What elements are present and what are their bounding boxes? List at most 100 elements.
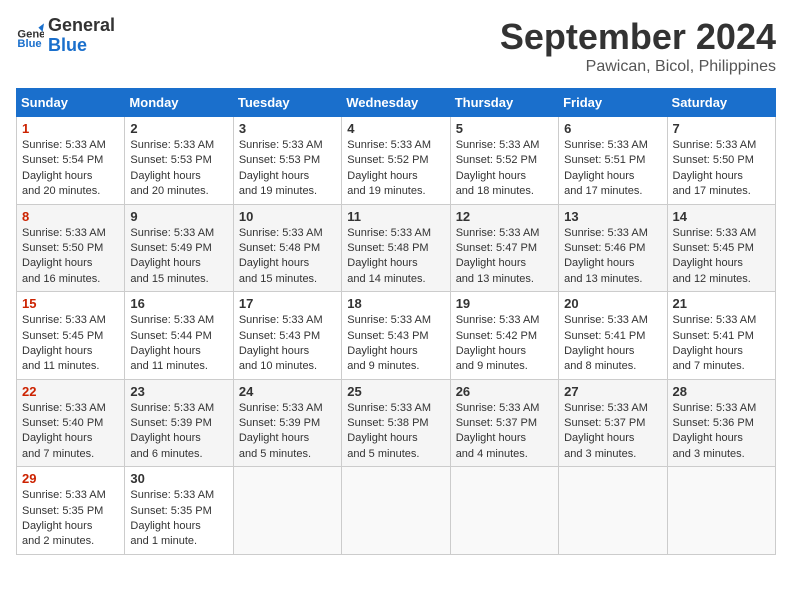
day-info: Sunrise: 5:33 AM Sunset: 5:39 PM Dayligh… [239,401,336,463]
table-row [667,467,775,555]
day-info: Sunrise: 5:33 AM Sunset: 5:42 PM Dayligh… [456,313,553,375]
table-row: 12 Sunrise: 5:33 AM Sunset: 5:47 PM Dayl… [450,204,558,292]
table-row: 17 Sunrise: 5:33 AM Sunset: 5:43 PM Dayl… [233,292,341,380]
day-info: Sunrise: 5:33 AM Sunset: 5:53 PM Dayligh… [239,138,336,200]
logo-blue-text: Blue [48,36,115,56]
calendar-body: 1 Sunrise: 5:33 AM Sunset: 5:54 PM Dayli… [17,117,776,555]
day-number: 16 [130,296,227,311]
calendar-header-row: Sunday Monday Tuesday Wednesday Thursday… [17,89,776,117]
day-info: Sunrise: 5:33 AM Sunset: 5:50 PM Dayligh… [673,138,770,200]
day-info: Sunrise: 5:33 AM Sunset: 5:52 PM Dayligh… [456,138,553,200]
day-info: Sunrise: 5:33 AM Sunset: 5:39 PM Dayligh… [130,401,227,463]
day-number: 9 [130,209,227,224]
day-number: 24 [239,384,336,399]
table-row [233,467,341,555]
month-title: September 2024 [500,16,776,58]
day-number: 18 [347,296,444,311]
col-thursday: Thursday [450,89,558,117]
table-row [559,467,667,555]
day-number: 6 [564,121,661,136]
calendar: Sunday Monday Tuesday Wednesday Thursday… [16,88,776,555]
day-info: Sunrise: 5:33 AM Sunset: 5:44 PM Dayligh… [130,313,227,375]
day-number: 23 [130,384,227,399]
day-number: 26 [456,384,553,399]
table-row: 6 Sunrise: 5:33 AM Sunset: 5:51 PM Dayli… [559,117,667,205]
col-wednesday: Wednesday [342,89,450,117]
day-number: 5 [456,121,553,136]
col-tuesday: Tuesday [233,89,341,117]
day-number: 17 [239,296,336,311]
day-number: 4 [347,121,444,136]
day-number: 13 [564,209,661,224]
table-row: 23 Sunrise: 5:33 AM Sunset: 5:39 PM Dayl… [125,379,233,467]
table-row: 21 Sunrise: 5:33 AM Sunset: 5:41 PM Dayl… [667,292,775,380]
day-number: 29 [22,471,119,486]
day-number: 15 [22,296,119,311]
table-row: 28 Sunrise: 5:33 AM Sunset: 5:36 PM Dayl… [667,379,775,467]
table-row: 11 Sunrise: 5:33 AM Sunset: 5:48 PM Dayl… [342,204,450,292]
day-number: 30 [130,471,227,486]
table-row: 26 Sunrise: 5:33 AM Sunset: 5:37 PM Dayl… [450,379,558,467]
day-info: Sunrise: 5:33 AM Sunset: 5:35 PM Dayligh… [22,488,119,550]
table-row: 16 Sunrise: 5:33 AM Sunset: 5:44 PM Dayl… [125,292,233,380]
day-info: Sunrise: 5:33 AM Sunset: 5:41 PM Dayligh… [673,313,770,375]
day-info: Sunrise: 5:33 AM Sunset: 5:50 PM Dayligh… [22,226,119,288]
day-info: Sunrise: 5:33 AM Sunset: 5:53 PM Dayligh… [130,138,227,200]
day-info: Sunrise: 5:33 AM Sunset: 5:37 PM Dayligh… [564,401,661,463]
table-row: 4 Sunrise: 5:33 AM Sunset: 5:52 PM Dayli… [342,117,450,205]
logo-general-text: General [48,16,115,36]
day-info: Sunrise: 5:33 AM Sunset: 5:45 PM Dayligh… [673,226,770,288]
day-number: 22 [22,384,119,399]
table-row: 25 Sunrise: 5:33 AM Sunset: 5:38 PM Dayl… [342,379,450,467]
table-row: 1 Sunrise: 5:33 AM Sunset: 5:54 PM Dayli… [17,117,125,205]
day-info: Sunrise: 5:33 AM Sunset: 5:54 PM Dayligh… [22,138,119,200]
table-row: 5 Sunrise: 5:33 AM Sunset: 5:52 PM Dayli… [450,117,558,205]
day-info: Sunrise: 5:33 AM Sunset: 5:45 PM Dayligh… [22,313,119,375]
table-row: 19 Sunrise: 5:33 AM Sunset: 5:42 PM Dayl… [450,292,558,380]
day-number: 10 [239,209,336,224]
day-number: 25 [347,384,444,399]
day-number: 19 [456,296,553,311]
table-row: 13 Sunrise: 5:33 AM Sunset: 5:46 PM Dayl… [559,204,667,292]
table-row: 29 Sunrise: 5:33 AM Sunset: 5:35 PM Dayl… [17,467,125,555]
col-saturday: Saturday [667,89,775,117]
header: General Blue General Blue September 2024… [16,16,776,76]
table-row: 2 Sunrise: 5:33 AM Sunset: 5:53 PM Dayli… [125,117,233,205]
table-row [342,467,450,555]
day-number: 7 [673,121,770,136]
day-info: Sunrise: 5:33 AM Sunset: 5:36 PM Dayligh… [673,401,770,463]
day-info: Sunrise: 5:33 AM Sunset: 5:35 PM Dayligh… [130,488,227,550]
col-sunday: Sunday [17,89,125,117]
table-row: 20 Sunrise: 5:33 AM Sunset: 5:41 PM Dayl… [559,292,667,380]
day-info: Sunrise: 5:33 AM Sunset: 5:38 PM Dayligh… [347,401,444,463]
day-info: Sunrise: 5:33 AM Sunset: 5:51 PM Dayligh… [564,138,661,200]
day-info: Sunrise: 5:33 AM Sunset: 5:43 PM Dayligh… [347,313,444,375]
day-info: Sunrise: 5:33 AM Sunset: 5:37 PM Dayligh… [456,401,553,463]
day-info: Sunrise: 5:33 AM Sunset: 5:52 PM Dayligh… [347,138,444,200]
day-info: Sunrise: 5:33 AM Sunset: 5:49 PM Dayligh… [130,226,227,288]
calendar-week-row: 22 Sunrise: 5:33 AM Sunset: 5:40 PM Dayl… [17,379,776,467]
col-monday: Monday [125,89,233,117]
day-number: 28 [673,384,770,399]
table-row: 30 Sunrise: 5:33 AM Sunset: 5:35 PM Dayl… [125,467,233,555]
title-area: September 2024 Pawican, Bicol, Philippin… [500,16,776,76]
day-number: 21 [673,296,770,311]
table-row [450,467,558,555]
day-number: 8 [22,209,119,224]
calendar-week-row: 29 Sunrise: 5:33 AM Sunset: 5:35 PM Dayl… [17,467,776,555]
day-info: Sunrise: 5:33 AM Sunset: 5:40 PM Dayligh… [22,401,119,463]
logo: General Blue General Blue [16,16,115,56]
logo-icon: General Blue [16,22,44,50]
table-row: 7 Sunrise: 5:33 AM Sunset: 5:50 PM Dayli… [667,117,775,205]
calendar-week-row: 1 Sunrise: 5:33 AM Sunset: 5:54 PM Dayli… [17,117,776,205]
table-row: 18 Sunrise: 5:33 AM Sunset: 5:43 PM Dayl… [342,292,450,380]
day-number: 11 [347,209,444,224]
day-number: 12 [456,209,553,224]
day-info: Sunrise: 5:33 AM Sunset: 5:47 PM Dayligh… [456,226,553,288]
table-row: 15 Sunrise: 5:33 AM Sunset: 5:45 PM Dayl… [17,292,125,380]
day-number: 1 [22,121,119,136]
day-number: 20 [564,296,661,311]
table-row: 22 Sunrise: 5:33 AM Sunset: 5:40 PM Dayl… [17,379,125,467]
day-info: Sunrise: 5:33 AM Sunset: 5:46 PM Dayligh… [564,226,661,288]
table-row: 3 Sunrise: 5:33 AM Sunset: 5:53 PM Dayli… [233,117,341,205]
